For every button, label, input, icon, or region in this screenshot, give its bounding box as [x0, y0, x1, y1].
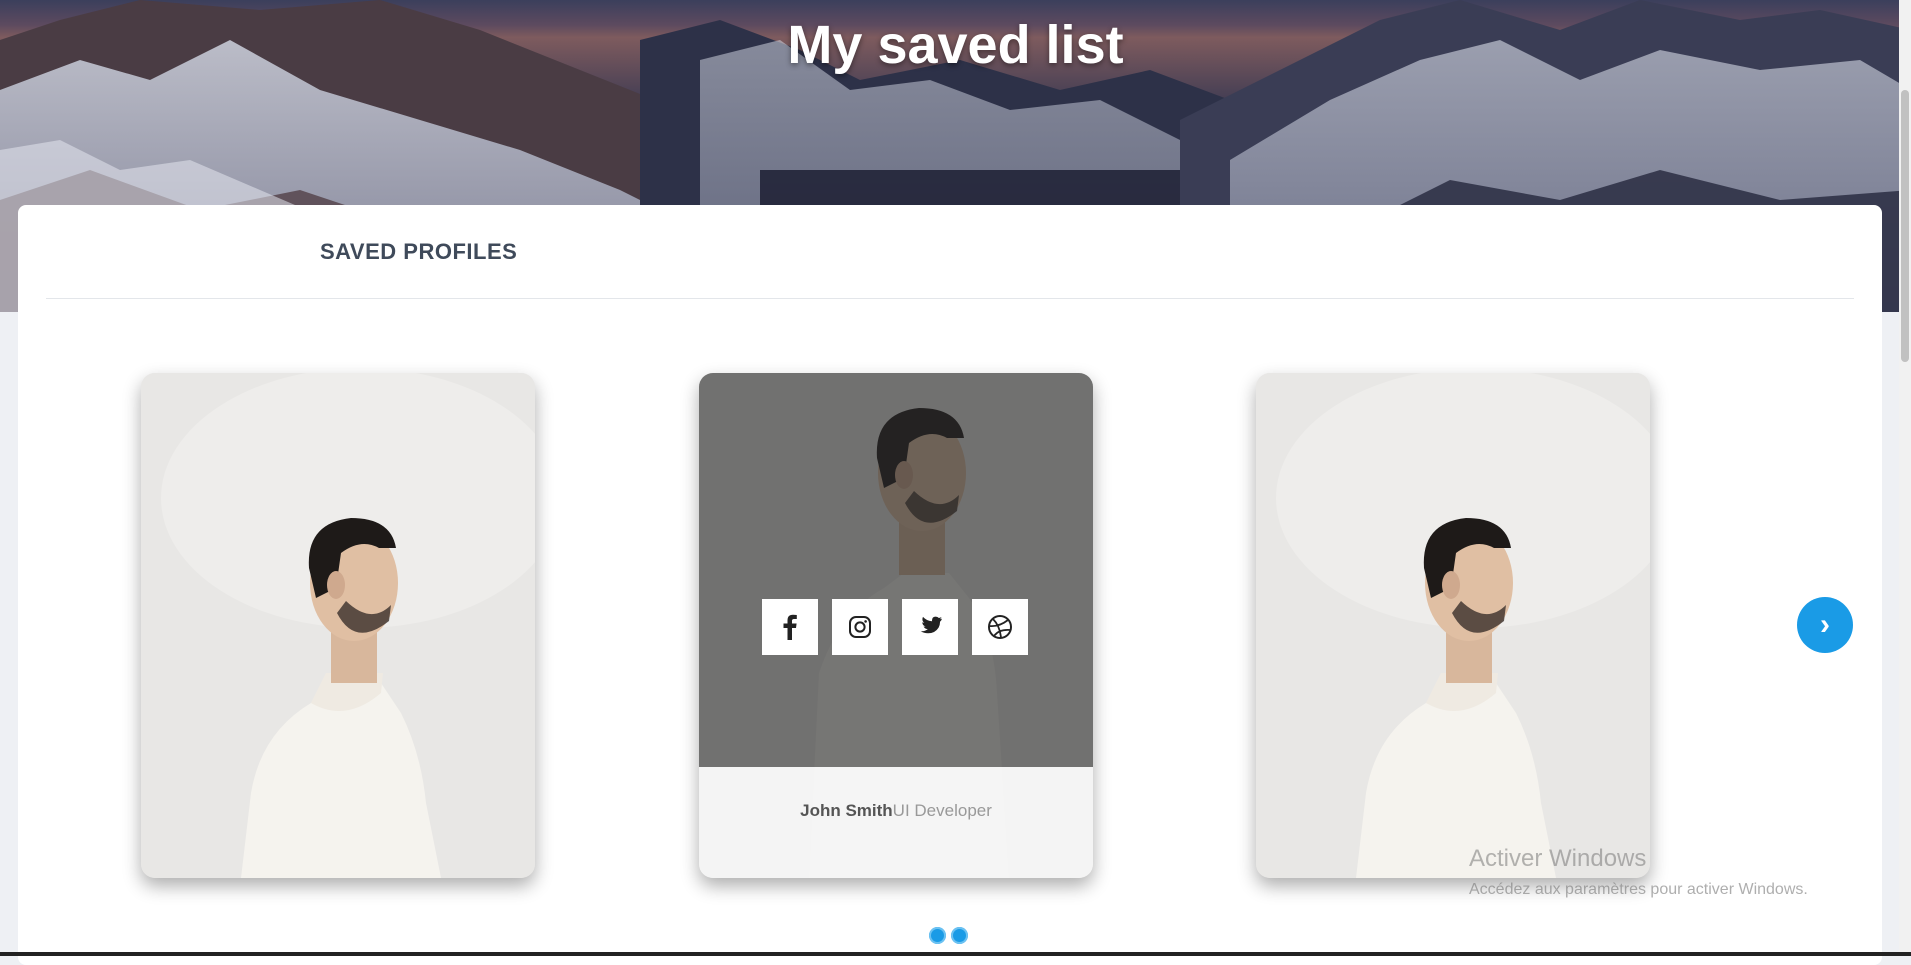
profile-name: John Smith — [800, 801, 893, 820]
profile-photo — [141, 373, 535, 878]
vertical-scrollbar[interactable] — [1899, 0, 1911, 956]
instagram-icon — [849, 616, 871, 638]
carousel-dot[interactable] — [929, 927, 946, 944]
taskbar-edge — [0, 952, 1911, 956]
profile-photo — [1256, 373, 1650, 878]
chevron-right-icon: › — [1820, 608, 1830, 641]
social-links — [762, 599, 1028, 655]
facebook-icon — [783, 614, 797, 640]
carousel-dots — [929, 927, 968, 944]
divider — [46, 298, 1854, 299]
profile-card[interactable] — [1256, 373, 1650, 878]
instagram-button[interactable] — [832, 599, 888, 655]
twitter-icon — [920, 616, 942, 634]
profile-role: UI Developer — [892, 801, 992, 820]
carousel-dot[interactable] — [951, 927, 968, 944]
profile-card[interactable] — [141, 373, 535, 878]
page-title: My saved list — [787, 15, 1124, 75]
profile-card-active[interactable]: John SmithUI Developer — [699, 373, 1093, 878]
windows-activation-subtitle: Accédez aux paramètres pour activer Wind… — [1469, 881, 1808, 898]
carousel-next-button[interactable]: › — [1797, 597, 1853, 653]
twitter-button[interactable] — [902, 599, 958, 655]
dribbble-button[interactable] — [972, 599, 1028, 655]
scrollbar-thumb[interactable] — [1901, 90, 1909, 362]
hover-overlay — [699, 373, 1093, 767]
windows-activation-title: Activer Windows — [1469, 845, 1647, 872]
profile-info: John SmithUI Developer — [699, 767, 1093, 878]
dribbble-icon — [988, 615, 1012, 639]
section-title: SAVED PROFILES — [320, 239, 518, 264]
facebook-button[interactable] — [762, 599, 818, 655]
